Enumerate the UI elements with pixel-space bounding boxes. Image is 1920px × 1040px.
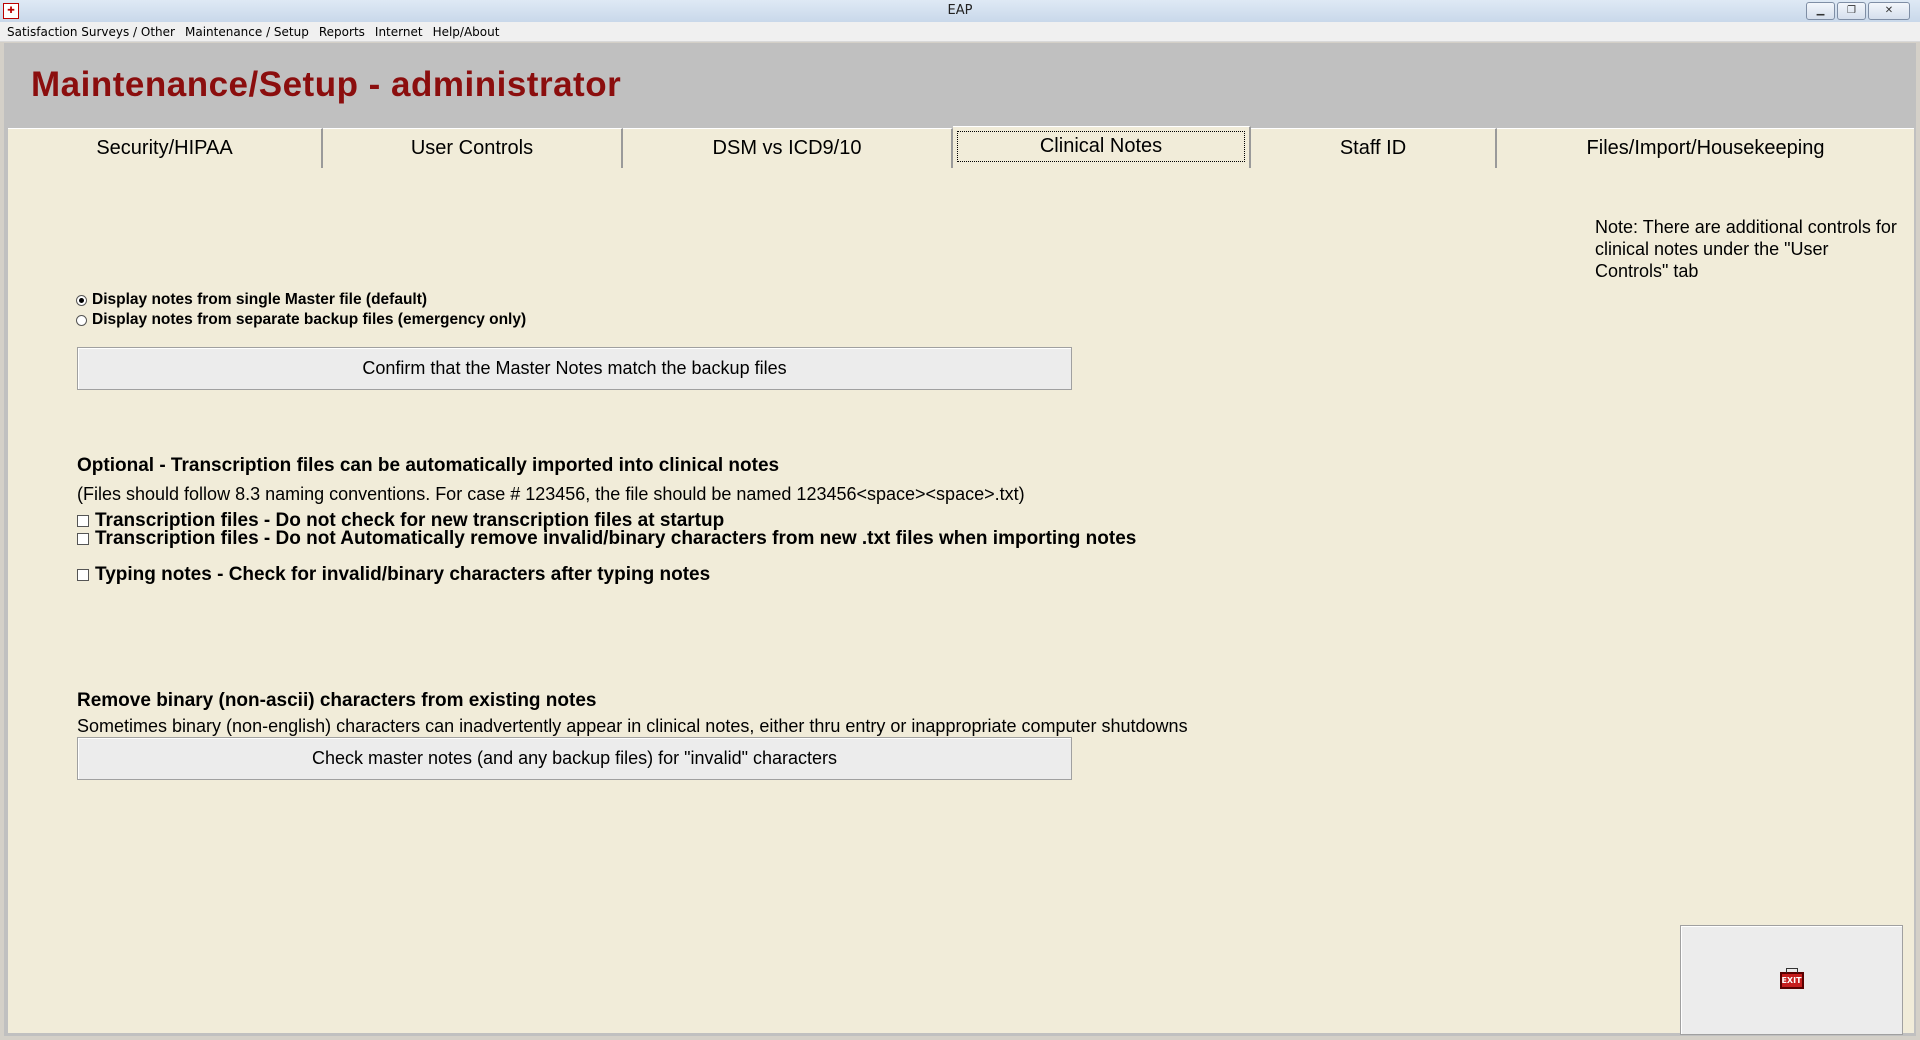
tab-clinical-notes[interactable]: Clinical Notes <box>953 126 1251 170</box>
checkbox-label: Transcription files - Do not Automatical… <box>95 528 1137 549</box>
radio-master-file[interactable]: Display notes from single Master file (d… <box>76 291 427 309</box>
tab-label: Staff ID <box>1339 137 1407 159</box>
binary-heading: Remove binary (non-ascii) characters fro… <box>77 690 597 711</box>
checkbox[interactable] <box>77 569 89 581</box>
tab-dsm-vs-icd[interactable]: DSM vs ICD9/10 <box>623 128 953 168</box>
confirm-master-notes-button[interactable]: Confirm that the Master Notes match the … <box>77 347 1072 390</box>
tab-staff-id[interactable]: Staff ID <box>1251 128 1497 168</box>
user-controls-note: Note: There are additional controls for … <box>1595 217 1897 281</box>
tab-label: Files/Import/Housekeeping <box>1586 137 1825 159</box>
tab-user-controls[interactable]: User Controls <box>323 128 623 168</box>
menu-satisfaction-surveys[interactable]: Satisfaction Surveys / Other <box>4 25 182 39</box>
title-bar: ✚ EAP ▁ ❐ ✕ <box>0 0 1920 23</box>
checkbox-typing-notes-check[interactable]: Typing notes - Check for invalid/binary … <box>77 564 710 586</box>
radio-label: Display notes from single Master file (d… <box>92 291 428 308</box>
radio-button-selected[interactable] <box>76 294 87 306</box>
checkbox[interactable] <box>77 515 89 527</box>
check-invalid-characters-button[interactable]: Check master notes (and any backup files… <box>77 737 1072 780</box>
tab-security-hipaa[interactable]: Security/HIPAA <box>8 128 323 168</box>
radio-button[interactable] <box>76 314 87 326</box>
transcription-info: (Files should follow 8.3 naming conventi… <box>77 484 1025 504</box>
tab-label: DSM vs ICD9/10 <box>712 137 862 159</box>
close-icon[interactable]: ✕ <box>1868 2 1910 20</box>
page-title: Maintenance/Setup - administrator <box>31 65 622 104</box>
radio-label: Display notes from separate backup files… <box>92 311 527 328</box>
binary-info: Sometimes binary (non-english) character… <box>77 716 1188 736</box>
clinical-notes-panel: Note: There are additional controls for … <box>8 168 1914 1035</box>
checkbox[interactable] <box>77 533 89 545</box>
transcription-heading: Optional - Transcription files can be au… <box>77 455 780 476</box>
window-controls: ▁ ❐ ✕ <box>1806 2 1910 20</box>
tab-label: Clinical Notes <box>956 131 1246 162</box>
menu-help-about[interactable]: Help/About <box>430 25 507 39</box>
tab-label: Security/HIPAA <box>96 137 233 159</box>
tab-files-import-housekeeping[interactable]: Files/Import/Housekeeping <box>1497 128 1914 168</box>
menu-internet[interactable]: Internet <box>372 25 430 39</box>
checkbox-no-auto-remove-binary[interactable]: Transcription files - Do not Automatical… <box>77 528 1136 550</box>
restore-icon[interactable]: ❐ <box>1837 2 1866 20</box>
minimize-icon[interactable]: ▁ <box>1806 2 1835 20</box>
client-area: Maintenance/Setup - administrator Securi… <box>4 43 1916 1036</box>
tab-label: User Controls <box>410 137 534 159</box>
checkbox-label: Typing notes - Check for invalid/binary … <box>95 564 711 585</box>
exit-sign-icon: EXIT <box>1779 967 1804 989</box>
window-title: EAP <box>947 3 973 18</box>
menu-maintenance-setup[interactable]: Maintenance / Setup <box>182 25 316 39</box>
tab-strip: Security/HIPAA User Controls DSM vs ICD9… <box>8 126 1914 170</box>
menu-reports[interactable]: Reports <box>316 25 372 39</box>
exit-button[interactable]: EXIT <box>1680 925 1903 1035</box>
radio-backup-files[interactable]: Display notes from separate backup files… <box>76 311 526 329</box>
menu-bar: Satisfaction Surveys / Other Maintenance… <box>0 22 1920 42</box>
